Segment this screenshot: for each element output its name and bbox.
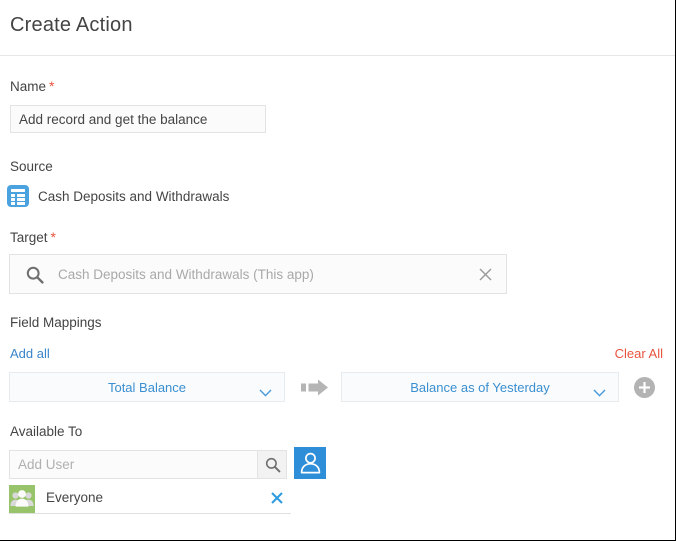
- clear-all-link[interactable]: Clear All: [615, 346, 663, 361]
- target-label-text: Target: [10, 230, 48, 245]
- mapping-target-field-value: Balance as of Yesterday: [410, 380, 550, 395]
- list-item-label: Everyone: [46, 490, 104, 505]
- available-to-label: Available To: [10, 424, 82, 439]
- mapping-source-field-value: Total Balance: [107, 380, 187, 395]
- group-icon: [9, 485, 35, 513]
- list-item[interactable]: Everyone: [9, 485, 291, 514]
- mapping-source-field-dropdown[interactable]: Total Balance: [9, 372, 285, 402]
- field-mappings-label-text: Field Mappings: [10, 315, 102, 330]
- source-label-text: Source: [10, 159, 53, 174]
- app-list-icon-cell: [11, 202, 15, 205]
- app-list-icon: [7, 185, 29, 207]
- target-required-marker: *: [50, 229, 56, 245]
- chevron-down-icon: [593, 384, 606, 397]
- app-list-icon-cell: [17, 198, 25, 201]
- name-input[interactable]: [10, 105, 266, 133]
- app-list-icon-cell: [11, 194, 15, 197]
- mapping-target-field-dropdown[interactable]: Balance as of Yesterday: [341, 372, 619, 402]
- dialog-header: Create Action: [0, 0, 675, 56]
- app-list-icon-cell: [17, 202, 25, 205]
- create-action-dialog: Create Action Name* Source Cash Deposits…: [0, 0, 676, 541]
- search-icon: [265, 457, 281, 473]
- close-icon[interactable]: [476, 265, 496, 285]
- app-list-icon-cell: [11, 198, 15, 201]
- name-required-marker: *: [49, 78, 55, 94]
- pick-user-button[interactable]: [294, 447, 326, 479]
- add-user-input[interactable]: [9, 450, 257, 479]
- name-label: Name *: [10, 78, 54, 94]
- page-title: Create Action: [10, 14, 133, 36]
- plus-circle-icon[interactable]: [634, 377, 655, 398]
- target-selected-value: Cash Deposits and Withdrawals (This app): [58, 267, 314, 282]
- available-to-label-text: Available To: [10, 424, 83, 439]
- app-list-icon-cell: [17, 194, 25, 197]
- arrow-right-icon: [301, 379, 329, 396]
- target-search-box[interactable]: Cash Deposits and Withdrawals (This app): [9, 254, 507, 294]
- user-search-button[interactable]: [257, 450, 287, 479]
- close-icon[interactable]: [269, 490, 285, 506]
- chevron-down-icon: [259, 384, 272, 397]
- source-label: Source: [10, 159, 53, 174]
- field-mappings-label: Field Mappings: [10, 315, 102, 330]
- search-icon: [26, 266, 44, 284]
- add-all-link[interactable]: Add all: [10, 346, 50, 361]
- app-list-icon-header: [11, 189, 25, 192]
- name-label-text: Name: [10, 79, 47, 94]
- source-app-name: Cash Deposits and Withdrawals: [38, 189, 230, 204]
- target-label: Target *: [10, 229, 56, 245]
